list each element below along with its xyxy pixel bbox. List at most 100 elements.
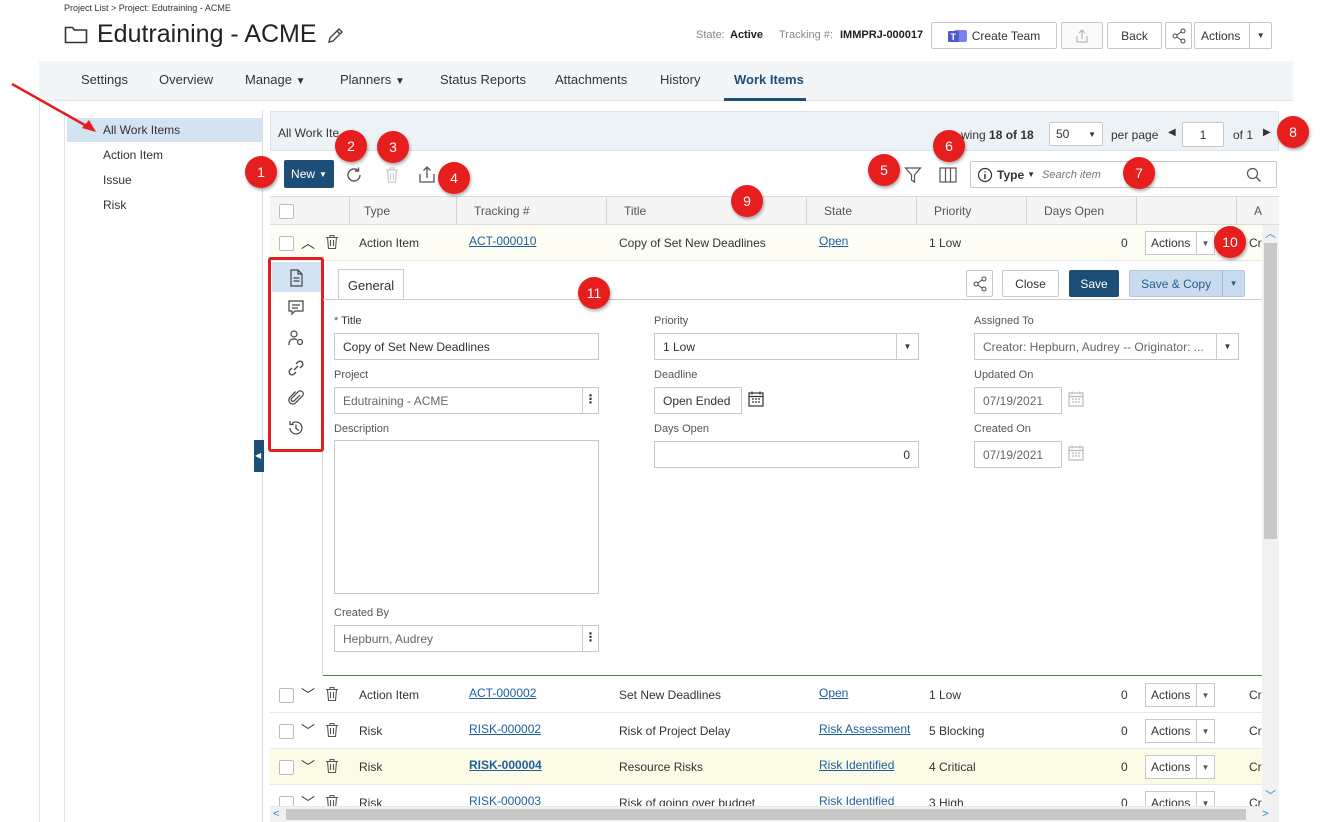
project-field[interactable]: Edutraining - ACME xyxy=(334,387,599,414)
expand-icon[interactable]: ﹀ xyxy=(301,793,315,806)
row-state-link[interactable]: Open xyxy=(819,234,848,248)
save-copy-button[interactable]: Save & Copy ▼ xyxy=(1129,270,1245,297)
row-tracking-link[interactable]: RISK-000004 xyxy=(469,758,542,772)
tab-status-reports[interactable]: Status Reports xyxy=(440,72,526,87)
row-actions-button[interactable]: Actions ▼ xyxy=(1145,791,1215,806)
row-tracking-link[interactable]: RISK-000003 xyxy=(469,794,541,806)
scrollbar-thumb[interactable] xyxy=(286,809,1246,820)
caret-down-icon[interactable]: ▼ xyxy=(1222,271,1244,296)
search-icon[interactable] xyxy=(1246,167,1262,183)
caret-down-icon[interactable]: ▼ xyxy=(1216,334,1238,359)
column-header-type[interactable]: Type xyxy=(364,204,390,218)
row-tracking-link[interactable]: ACT-000010 xyxy=(469,234,536,248)
expand-icon[interactable]: ﹀ xyxy=(301,757,315,777)
created-on-field[interactable]: 07/19/2021 xyxy=(974,441,1062,468)
table-row[interactable]: ﹀ Action Item ACT-000002 Set New Deadlin… xyxy=(270,677,1262,713)
back-button[interactable]: Back xyxy=(1107,22,1162,49)
deadline-field[interactable]: Open Ended xyxy=(654,387,742,414)
tab-work-items[interactable]: Work Items xyxy=(734,72,804,87)
header-actions-button[interactable]: Actions ▼ xyxy=(1194,22,1272,49)
table-row[interactable]: ﹀ Risk RISK-000003 Risk of going over bu… xyxy=(270,785,1262,807)
column-header-a[interactable]: A xyxy=(1254,204,1262,218)
description-field[interactable] xyxy=(334,440,599,594)
new-button[interactable]: New ▼ xyxy=(284,160,334,188)
prev-page-icon[interactable]: ◀ xyxy=(1168,127,1176,138)
more-options-icon[interactable]: ⋮ xyxy=(582,388,598,413)
collapse-nav-handle[interactable]: ◀ xyxy=(254,440,264,472)
caret-down-icon[interactable]: ▼ xyxy=(896,334,918,359)
row-tracking-link[interactable]: ACT-000002 xyxy=(469,686,536,700)
save-button[interactable]: Save xyxy=(1069,270,1119,297)
created-by-field[interactable]: Hepburn, Audrey xyxy=(334,625,599,652)
expand-icon[interactable]: ﹀ xyxy=(301,721,315,741)
row-actions-button[interactable]: Actions ▼ xyxy=(1145,719,1215,743)
row-state-link[interactable]: Risk Assessment xyxy=(819,722,910,736)
per-page-select[interactable]: 50 ▼ xyxy=(1049,122,1103,146)
row-state-link[interactable]: Open xyxy=(819,686,848,700)
tab-general[interactable]: General xyxy=(338,269,404,300)
row-checkbox[interactable] xyxy=(279,760,294,775)
column-header-tracking[interactable]: Tracking # xyxy=(474,204,530,218)
chevron-down-icon[interactable]: ﹀ xyxy=(1265,787,1276,803)
row-actions-button[interactable]: Actions ▼ xyxy=(1145,231,1215,255)
select-all-checkbox[interactable] xyxy=(279,204,294,219)
export-icon[interactable] xyxy=(417,165,437,185)
table-row[interactable]: ﹀ Risk RISK-000002 Risk of Project Delay… xyxy=(270,713,1262,749)
row-checkbox[interactable] xyxy=(279,796,294,806)
vertical-scrollbar[interactable]: ︿ ﹀ xyxy=(1262,225,1279,807)
priority-select[interactable]: 1 Low xyxy=(654,333,919,360)
chevron-left-icon[interactable]: < xyxy=(273,808,279,820)
table-row[interactable]: ︿ Action Item ACT-000010 Copy of Set New… xyxy=(270,225,1262,261)
type-filter-label[interactable]: Type xyxy=(997,168,1024,182)
row-actions-button[interactable]: Actions ▼ xyxy=(1145,755,1215,779)
row-state-link[interactable]: Risk Identified xyxy=(819,794,894,806)
collapse-icon[interactable]: ︿ xyxy=(301,233,315,253)
column-header-title[interactable]: Title xyxy=(624,204,646,218)
trash-icon[interactable] xyxy=(324,722,340,738)
title-field[interactable]: Copy of Set New Deadlines xyxy=(334,333,599,360)
detail-share-button[interactable] xyxy=(966,270,993,297)
column-header-state[interactable]: State xyxy=(824,204,852,218)
refresh-icon[interactable] xyxy=(344,165,364,185)
days-open-field[interactable]: 0 xyxy=(654,441,919,468)
delete-icon[interactable] xyxy=(383,166,401,184)
row-tracking-link[interactable]: RISK-000002 xyxy=(469,722,541,736)
table-row[interactable]: ﹀ Risk RISK-000004 Resource Risks Risk I… xyxy=(270,749,1262,785)
nav-item-issue[interactable]: Issue xyxy=(67,168,263,192)
page-input[interactable]: 1 xyxy=(1182,122,1224,147)
row-checkbox[interactable] xyxy=(279,724,294,739)
breadcrumb[interactable]: Project List > Project: Edutraining - AC… xyxy=(64,3,231,13)
calendar-icon[interactable] xyxy=(747,390,765,408)
tab-planners[interactable]: Planners ▼ xyxy=(340,72,405,87)
columns-icon[interactable] xyxy=(938,165,958,185)
pencil-icon[interactable] xyxy=(326,27,344,45)
tab-overview[interactable]: Overview xyxy=(159,72,213,87)
create-team-button[interactable]: T Create Team xyxy=(931,22,1057,49)
row-actions-button[interactable]: Actions ▼ xyxy=(1145,683,1215,707)
tab-history[interactable]: History xyxy=(660,72,700,87)
chevron-right-icon[interactable]: > xyxy=(1262,808,1268,820)
trash-icon[interactable] xyxy=(324,758,340,774)
updated-on-field[interactable]: 07/19/2021 xyxy=(974,387,1062,414)
row-state-link[interactable]: Risk Identified xyxy=(819,758,894,772)
trash-icon[interactable] xyxy=(324,234,340,250)
expand-icon[interactable]: ﹀ xyxy=(301,685,315,705)
row-checkbox[interactable] xyxy=(279,688,294,703)
nav-item-risk[interactable]: Risk xyxy=(67,193,263,217)
tab-attachments[interactable]: Attachments xyxy=(555,72,627,87)
trash-icon[interactable] xyxy=(324,686,340,702)
column-header-days-open[interactable]: Days Open xyxy=(1044,204,1104,218)
row-checkbox[interactable] xyxy=(279,236,294,251)
tab-manage[interactable]: Manage ▼ xyxy=(245,72,306,87)
more-options-icon[interactable]: ⋮ xyxy=(582,626,598,651)
scrollbar-thumb[interactable] xyxy=(1264,243,1277,539)
column-header-priority[interactable]: Priority xyxy=(934,204,971,218)
nav-item-action-item[interactable]: Action Item xyxy=(67,143,263,167)
next-page-icon[interactable]: ▶ xyxy=(1263,127,1271,138)
horizontal-scrollbar[interactable]: < > xyxy=(270,807,1279,822)
filter-icon[interactable] xyxy=(903,165,923,185)
export-header-button[interactable] xyxy=(1061,22,1103,49)
share-button[interactable] xyxy=(1165,22,1192,49)
close-button[interactable]: Close xyxy=(1002,270,1059,297)
chevron-up-icon[interactable]: ︿ xyxy=(1265,225,1276,241)
